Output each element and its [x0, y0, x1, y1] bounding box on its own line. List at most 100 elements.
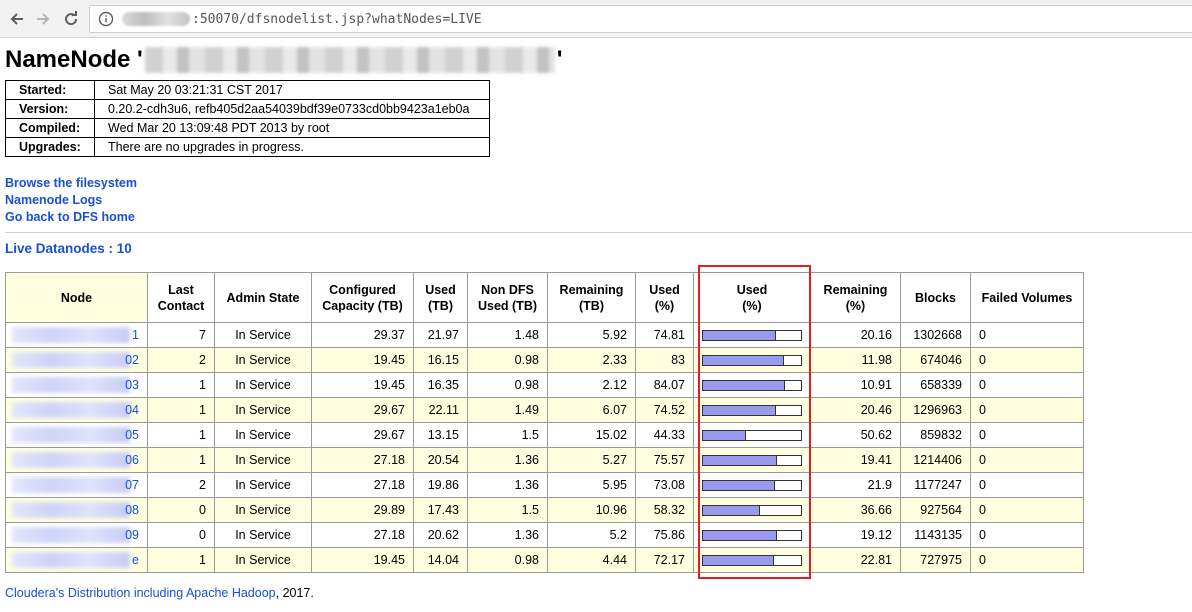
usage-bar — [702, 504, 802, 516]
last-contact-cell: 0 — [147, 497, 215, 523]
capacity-cell: 27.18 — [311, 447, 414, 473]
remaining-pct-cell: 11.98 — [810, 347, 901, 373]
header-line: Contact — [157, 298, 205, 313]
remaining-tb-cell: 2.12 — [547, 372, 636, 398]
title-prefix: NameNode ' — [5, 46, 143, 73]
header-line: Used — [425, 282, 456, 297]
header-line: Node — [60, 290, 93, 305]
address-bar[interactable]: :50070/dfsnodelist.jsp?whatNodes=LIVE — [89, 5, 1192, 33]
used-pct-cell: 73.08 — [635, 472, 694, 498]
info-row: Started: Sat May 20 03:21:31 CST 2017 — [5, 80, 490, 100]
column-header-failed-volumes: Failed Volumes — [970, 272, 1084, 323]
used-tb-cell: 17.43 — [413, 497, 468, 523]
page-content: NameNode ' ' Started: Sat May 20 03:21:31… — [5, 39, 1192, 573]
node-name-suffix[interactable]: 06 — [125, 453, 139, 467]
header-line: Admin State — [226, 290, 300, 305]
browse-filesystem-link[interactable]: Browse the filesystem — [5, 176, 137, 190]
used-pct-cell: 72.17 — [635, 547, 694, 573]
capacity-cell: 19.45 — [311, 547, 414, 573]
remaining-tb-cell: 10.96 — [547, 497, 636, 523]
remaining-tb-cell: 5.92 — [547, 322, 636, 348]
node-name-suffix[interactable]: 09 — [125, 528, 139, 542]
remaining-pct-cell: 36.66 — [810, 497, 901, 523]
header-line: Used — [649, 282, 680, 297]
reload-button[interactable] — [58, 6, 84, 32]
used-tb-cell: 14.04 — [413, 547, 468, 573]
node-link[interactable]: 07 — [5, 472, 148, 498]
non-dfs-used-cell: 0.98 — [467, 547, 548, 573]
admin-state-cell: In Service — [214, 322, 312, 348]
usage-bar — [702, 554, 802, 566]
blurred-namenode-name — [144, 47, 555, 73]
node-link[interactable]: 09 — [5, 522, 148, 548]
remaining-tb-cell: 5.95 — [547, 472, 636, 498]
node-name-suffix[interactable]: e — [132, 553, 139, 567]
failed-volumes-cell: 0 — [970, 397, 1084, 423]
remaining-pct-cell: 22.81 — [810, 547, 901, 573]
info-row: Upgrades: There are no upgrades in progre… — [5, 137, 490, 157]
cloudera-distribution-link[interactable]: Cloudera's Distribution including Apache… — [5, 586, 276, 600]
forward-button[interactable] — [30, 6, 56, 32]
used-pct-cell: 83 — [635, 347, 694, 373]
back-button[interactable] — [4, 6, 30, 32]
node-link[interactable]: 08 — [5, 497, 148, 523]
info-icon[interactable] — [98, 11, 114, 27]
node-name-suffix[interactable]: 04 — [125, 403, 139, 417]
info-row: Compiled: Wed Mar 20 13:09:48 PDT 2013 by… — [5, 118, 490, 138]
node-name-suffix[interactable]: 02 — [125, 353, 139, 367]
node-link[interactable]: 02 — [5, 347, 148, 373]
datanodes-table: Node Last Contact Admin State Configured Capa… — [5, 272, 1084, 573]
used-pct-bar-cell — [693, 422, 811, 448]
forward-arrow-icon — [37, 13, 50, 25]
remaining-pct-cell: 10.91 — [810, 372, 901, 398]
column-header-remaining-tb: Remaining (TB) — [547, 272, 636, 323]
column-header-last-contact: Last Contact — [147, 272, 215, 323]
column-header-non-dfs-used: Non DFS Used (TB) — [467, 272, 548, 323]
node-name-suffix[interactable]: 05 — [125, 428, 139, 442]
node-link[interactable]: 06 — [5, 447, 148, 473]
node-link[interactable]: 04 — [5, 397, 148, 423]
node-link[interactable]: 05 — [5, 422, 148, 448]
used-tb-cell: 21.97 — [413, 322, 468, 348]
usage-bar-fill — [703, 555, 774, 565]
used-pct-cell: 44.33 — [635, 422, 694, 448]
node-name-suffix[interactable]: 03 — [125, 378, 139, 392]
used-pct-bar-cell — [693, 397, 811, 423]
namenode-logs-link[interactable]: Namenode Logs — [5, 193, 102, 207]
used-pct-bar-cell — [693, 372, 811, 398]
column-header-used-pct: Used (%) — [635, 272, 694, 323]
header-line: Capacity (TB) — [322, 298, 403, 313]
blocks-cell: 1143135 — [900, 522, 971, 548]
nav-links: Browse the filesystem Namenode Logs Go b… — [5, 175, 1192, 226]
admin-state-cell: In Service — [214, 447, 312, 473]
divider — [5, 232, 1192, 233]
used-pct-cell: 84.07 — [635, 372, 694, 398]
header-line: (%) — [654, 298, 675, 313]
usage-bar-fill — [703, 405, 777, 415]
remaining-pct-cell: 21.9 — [810, 472, 901, 498]
node-name-suffix[interactable]: 1 — [132, 328, 139, 342]
used-tb-cell: 22.11 — [413, 397, 468, 423]
dfs-home-link[interactable]: Go back to DFS home — [5, 210, 135, 224]
info-value: Sat May 20 03:21:31 CST 2017 — [94, 80, 490, 100]
header-line: Used — [736, 282, 768, 297]
header-line: (TB) — [428, 298, 453, 313]
used-pct-bar-cell — [693, 322, 811, 348]
table-row: 03 1 In Service 19.45 16.35 0.98 2.12 84.07 10.9… — [5, 372, 1084, 398]
node-link[interactable]: 03 — [5, 372, 148, 398]
blocks-cell: 1296963 — [900, 397, 971, 423]
info-value: 0.20.2-cdh3u6, refb405d2aa54039bdf39e073… — [94, 99, 490, 119]
usage-bar — [702, 404, 802, 416]
non-dfs-used-cell: 1.5 — [467, 422, 548, 448]
admin-state-cell: In Service — [214, 497, 312, 523]
node-link[interactable]: e — [5, 547, 148, 573]
node-name-suffix[interactable]: 08 — [125, 503, 139, 517]
failed-volumes-cell: 0 — [970, 447, 1084, 473]
remaining-tb-cell: 2.33 — [547, 347, 636, 373]
failed-volumes-cell: 0 — [970, 372, 1084, 398]
node-link[interactable]: 1 — [5, 322, 148, 348]
live-datanodes-heading: Live Datanodes : 10 — [5, 241, 132, 256]
reload-icon — [65, 11, 78, 26]
node-name-suffix[interactable]: 07 — [125, 478, 139, 492]
table-row: 02 2 In Service 19.45 16.15 0.98 2.33 83 11.98 67… — [5, 347, 1084, 373]
